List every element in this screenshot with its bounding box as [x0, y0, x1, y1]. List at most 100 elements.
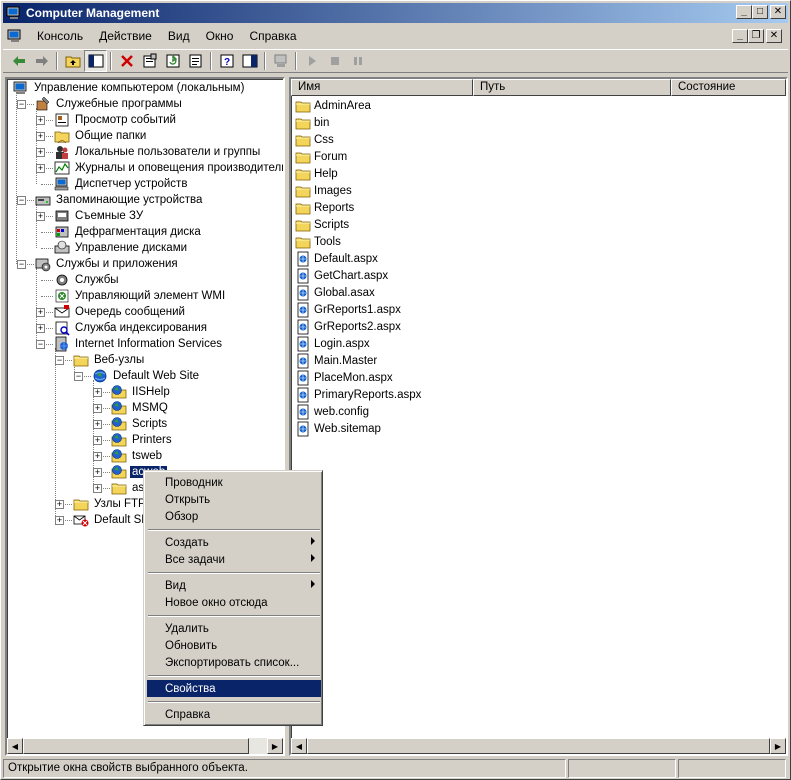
- tree-expander[interactable]: +: [36, 212, 45, 221]
- minimize-button[interactable]: _: [736, 5, 752, 19]
- tree-item[interactable]: Запоминающие устройства: [35, 192, 204, 208]
- list-item[interactable]: Css: [295, 131, 334, 148]
- tree-item[interactable]: Диспетчер устройств: [54, 176, 189, 192]
- tree-expander[interactable]: −: [17, 100, 26, 109]
- menu-view[interactable]: Вид: [160, 27, 198, 45]
- tree-expander[interactable]: +: [36, 132, 45, 141]
- menu-item-4[interactable]: Все задачи: [147, 551, 321, 568]
- tree-item[interactable]: Журналы и оповещения производительно: [54, 160, 283, 176]
- list-item[interactable]: Help: [295, 165, 338, 182]
- list-item[interactable]: bin: [295, 114, 329, 131]
- tree-expander[interactable]: −: [17, 260, 26, 269]
- tree-expander[interactable]: −: [36, 340, 45, 349]
- tree-item[interactable]: Printers: [111, 432, 174, 448]
- menu-item-9[interactable]: Экспортировать список...: [147, 654, 321, 671]
- list-item[interactable]: Forum: [295, 148, 347, 165]
- scroll-thumb[interactable]: [307, 738, 770, 754]
- child-minimize-button[interactable]: _: [732, 29, 748, 43]
- tree-item[interactable]: Узлы FTP: [73, 496, 148, 512]
- scroll-thumb[interactable]: [23, 738, 249, 754]
- list-item[interactable]: PlaceMon.aspx: [295, 369, 393, 386]
- list-item[interactable]: GrReports2.aspx: [295, 318, 401, 335]
- list-item[interactable]: PrimaryReports.aspx: [295, 386, 421, 403]
- tree-expander[interactable]: +: [93, 420, 102, 429]
- tree-expander[interactable]: +: [55, 500, 64, 509]
- tree-expander[interactable]: +: [36, 148, 45, 157]
- tree-item[interactable]: Управление дисками: [54, 240, 189, 256]
- tree-item[interactable]: IISHelp: [111, 384, 172, 400]
- list-item[interactable]: Images: [295, 182, 352, 199]
- scroll-left-button[interactable]: ◀: [291, 738, 307, 754]
- stop-button[interactable]: [323, 50, 346, 72]
- tree-item[interactable]: Просмотр событий: [54, 112, 178, 128]
- tree-expander[interactable]: +: [55, 516, 64, 525]
- list-horizontal-scrollbar[interactable]: ◀ ▶: [291, 738, 786, 754]
- tree-item[interactable]: Scripts: [111, 416, 169, 432]
- back-button[interactable]: [7, 50, 30, 72]
- tree-item[interactable]: Общие папки: [54, 128, 148, 144]
- tree-expander[interactable]: +: [36, 164, 45, 173]
- column-header-name[interactable]: Имя: [291, 79, 473, 96]
- tree-item[interactable]: MSMQ: [111, 400, 170, 416]
- menu-help[interactable]: Справка: [241, 27, 304, 45]
- menu-window[interactable]: Окно: [198, 27, 242, 45]
- scroll-right-button[interactable]: ▶: [267, 738, 283, 754]
- tree-item[interactable]: Съемные ЗУ: [54, 208, 145, 224]
- tree-item[interactable]: Дефрагментация диска: [54, 224, 203, 240]
- tree-item[interactable]: Служебные программы: [35, 96, 184, 112]
- scroll-right-button[interactable]: ▶: [770, 738, 786, 754]
- console-icon[interactable]: [7, 28, 23, 44]
- show-hide-tree-button[interactable]: [84, 50, 107, 72]
- list-item[interactable]: Reports: [295, 199, 354, 216]
- start-button[interactable]: [300, 50, 323, 72]
- menu-item-0[interactable]: Проводник: [147, 474, 321, 491]
- menu-item-8[interactable]: Обновить: [147, 637, 321, 654]
- tree-expander[interactable]: +: [93, 452, 102, 461]
- tree-horizontal-scrollbar[interactable]: ◀ ▶: [7, 738, 283, 754]
- child-close-button[interactable]: ✕: [766, 29, 782, 43]
- refresh-button[interactable]: [161, 50, 184, 72]
- maximize-button[interactable]: □: [752, 5, 768, 19]
- export-list-button[interactable]: [184, 50, 207, 72]
- list-item[interactable]: Login.aspx: [295, 335, 370, 352]
- column-header-status[interactable]: Состояние: [671, 79, 786, 96]
- tree-item[interactable]: Управляющий элемент WMI: [54, 288, 227, 304]
- menu-action[interactable]: Действие: [91, 27, 160, 45]
- pause-button[interactable]: [346, 50, 369, 72]
- menu-item-5[interactable]: Вид: [147, 577, 321, 594]
- tree-expander[interactable]: +: [93, 388, 102, 397]
- tree-expander[interactable]: −: [74, 372, 83, 381]
- tree-item[interactable]: tsweb: [111, 448, 164, 464]
- scroll-left-button[interactable]: ◀: [7, 738, 23, 754]
- tree-expander[interactable]: +: [93, 436, 102, 445]
- tree-expander[interactable]: −: [17, 196, 26, 205]
- tree-expander[interactable]: +: [36, 324, 45, 333]
- tree-expander[interactable]: +: [93, 484, 102, 493]
- child-restore-button[interactable]: ❐: [748, 29, 764, 43]
- list-item[interactable]: GrReports1.aspx: [295, 301, 401, 318]
- tree-expander[interactable]: −: [55, 356, 64, 365]
- up-level-button[interactable]: [61, 50, 84, 72]
- tree-expander[interactable]: +: [36, 116, 45, 125]
- menu-item-6[interactable]: Новое окно отсюда: [147, 594, 321, 611]
- close-button[interactable]: ✕: [770, 5, 786, 19]
- tree-item[interactable]: Службы: [54, 272, 121, 288]
- list-item[interactable]: Global.asax: [295, 284, 375, 301]
- properties-button[interactable]: [138, 50, 161, 72]
- tree-item[interactable]: Веб-узлы: [73, 352, 146, 368]
- tree-item[interactable]: Управление компьютером (локальным): [13, 80, 246, 96]
- tree-item[interactable]: Очередь сообщений: [54, 304, 187, 320]
- tree-item[interactable]: Службы и приложения: [35, 256, 180, 272]
- list-item[interactable]: web.config: [295, 403, 369, 420]
- menu-item-2[interactable]: Обзор: [147, 508, 321, 525]
- list-item[interactable]: Scripts: [295, 216, 349, 233]
- tree-item[interactable]: Internet Information Services: [54, 336, 224, 352]
- list-item[interactable]: GetChart.aspx: [295, 267, 388, 284]
- list-item[interactable]: AdminArea: [295, 97, 371, 114]
- title-bar[interactable]: Computer Management _ □ ✕: [3, 3, 788, 23]
- list-item[interactable]: Default.aspx: [295, 250, 378, 267]
- tree-expander[interactable]: +: [36, 308, 45, 317]
- forward-button[interactable]: [30, 50, 53, 72]
- column-header-path[interactable]: Путь: [473, 79, 671, 96]
- menu-item-11[interactable]: Справка: [147, 706, 321, 723]
